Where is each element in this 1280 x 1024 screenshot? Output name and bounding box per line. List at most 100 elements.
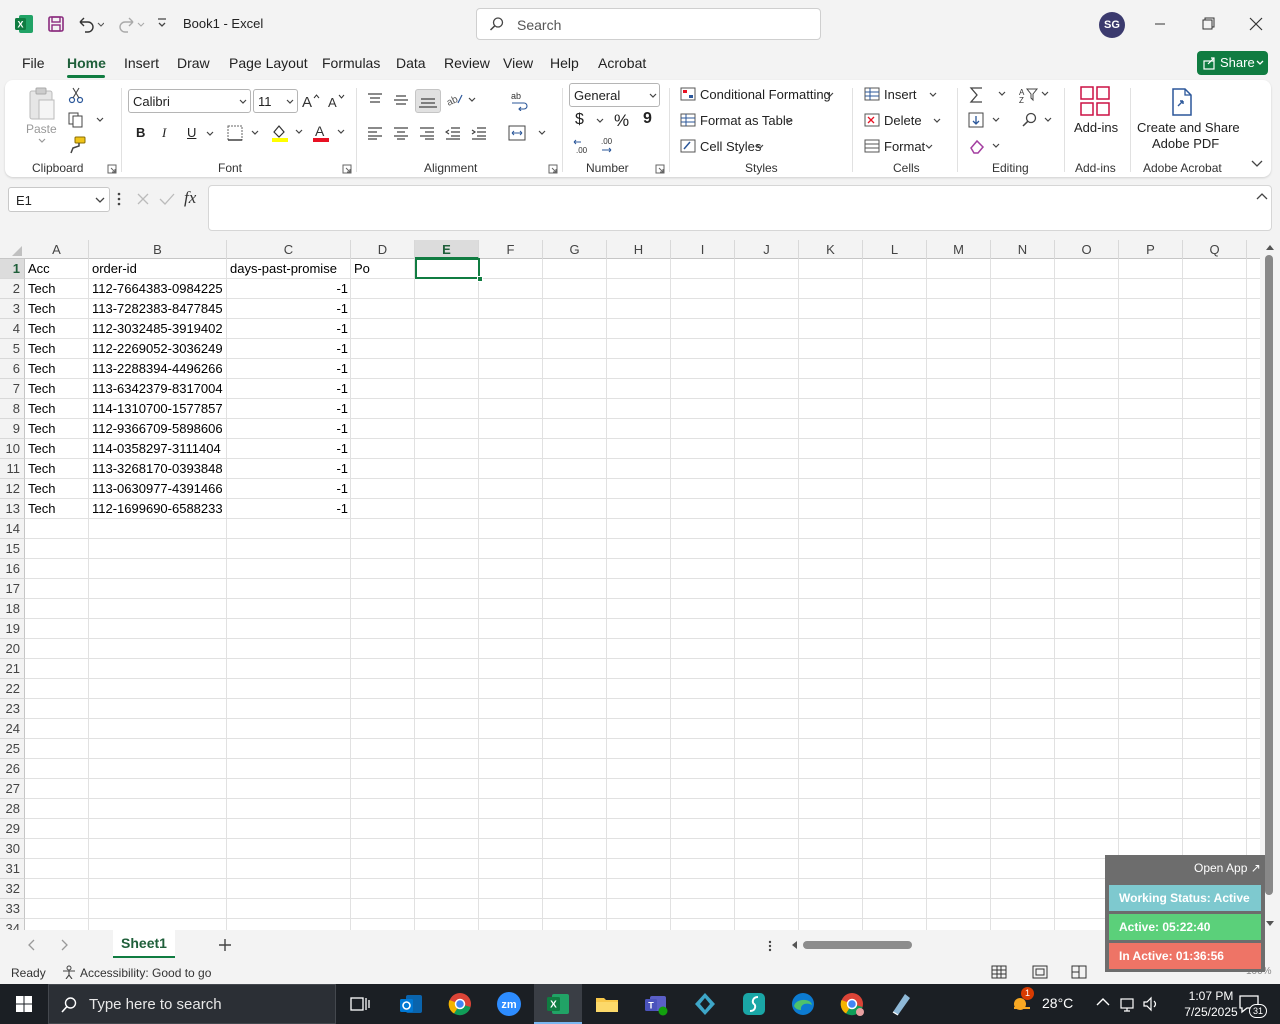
column-header-h[interactable]: H [607, 240, 671, 259]
row-header-12[interactable]: 12 [0, 479, 25, 499]
column-header-k[interactable]: K [799, 240, 863, 259]
currency-button[interactable]: $ [575, 111, 584, 129]
avatar[interactable]: SG [1099, 12, 1125, 38]
row-header-25[interactable]: 25 [0, 739, 25, 759]
cell-c9[interactable]: -1 [227, 419, 351, 439]
cell-c8[interactable]: -1 [227, 399, 351, 419]
row-header-18[interactable]: 18 [0, 599, 25, 619]
worksheet-grid[interactable]: ABCDEFGHIJKLMNOPQ 1 2 3 4 5 6 7 8 9 10 11 12 13 14 15 1… [0, 240, 1260, 930]
row-header-32[interactable]: 32 [0, 879, 25, 899]
insert-function-button[interactable]: fx [184, 188, 196, 208]
align-right-icon[interactable] [419, 126, 435, 140]
save-icon[interactable] [47, 15, 65, 33]
row-header-3[interactable]: 3 [0, 299, 25, 319]
tab-formulas[interactable]: Formulas [322, 55, 380, 71]
tab-data[interactable]: Data [396, 55, 426, 71]
column-header-j[interactable]: J [735, 240, 799, 259]
font-name-select[interactable]: Calibri [128, 89, 251, 113]
cell-b13[interactable]: 112-1699690-6588233 [89, 499, 227, 519]
align-top-icon[interactable] [367, 92, 383, 106]
cell-b10[interactable]: 114-0358297-3111404 [89, 439, 227, 459]
cell-b1[interactable]: order-id [89, 259, 227, 279]
add-ins-icon[interactable] [1080, 86, 1110, 116]
column-header-p[interactable]: P [1119, 240, 1183, 259]
more-options-icon[interactable] [116, 191, 122, 207]
underline-button[interactable]: U [187, 125, 196, 140]
format-as-table-button[interactable]: Format as Table [700, 113, 793, 128]
fill-handle[interactable] [477, 276, 483, 282]
horizontal-scroll-thumb[interactable] [803, 941, 912, 949]
cell-b7[interactable]: 113-6342379-8317004 [89, 379, 227, 399]
vertical-scrollbar[interactable] [1260, 240, 1280, 930]
merge-center-icon[interactable] [508, 125, 548, 141]
page-layout-view-icon[interactable] [1032, 965, 1048, 979]
row-header-6[interactable]: 6 [0, 359, 25, 379]
collapse-ribbon-icon[interactable] [1251, 160, 1263, 168]
alignment-launcher-icon[interactable] [548, 164, 558, 174]
column-header-i[interactable]: I [671, 240, 735, 259]
cell-a7[interactable]: Tech [25, 379, 89, 399]
cell-a5[interactable]: Tech [25, 339, 89, 359]
selected-cell[interactable] [415, 258, 480, 279]
column-header-b[interactable]: B [89, 240, 227, 259]
tab-view[interactable]: View [503, 55, 533, 71]
column-header-o[interactable]: O [1055, 240, 1119, 259]
row-header-4[interactable]: 4 [0, 319, 25, 339]
column-header-c[interactable]: C [227, 240, 351, 259]
share-button[interactable]: Share [1197, 51, 1268, 75]
row-header-29[interactable]: 29 [0, 819, 25, 839]
cell-c2[interactable]: -1 [227, 279, 351, 299]
currency-dropdown-icon[interactable] [596, 118, 604, 124]
comma-style-button[interactable]: 9 [643, 110, 652, 128]
cell-c11[interactable]: -1 [227, 459, 351, 479]
fill-color-icon[interactable] [270, 123, 306, 143]
cell-a10[interactable]: Tech [25, 439, 89, 459]
cell-b4[interactable]: 112-3032485-3919402 [89, 319, 227, 339]
next-sheet-icon[interactable] [59, 939, 69, 951]
undo-icon[interactable] [76, 15, 104, 33]
row-header-27[interactable]: 27 [0, 779, 25, 799]
clock[interactable]: 1:07 PM 7/25/2025 [1180, 988, 1242, 1020]
open-app-link[interactable]: Open App ↗ [1194, 861, 1261, 875]
copy-icon[interactable] [67, 111, 107, 129]
row-header-22[interactable]: 22 [0, 679, 25, 699]
cell-b9[interactable]: 112-9366709-5898606 [89, 419, 227, 439]
clear-icon[interactable] [968, 138, 1004, 156]
create-pdf-icon[interactable] [1170, 88, 1194, 116]
app-pen-icon[interactable] [887, 990, 915, 1018]
cell-c1[interactable]: days-past-promise [227, 259, 351, 279]
add-ins-button[interactable]: Add-ins [1074, 120, 1118, 135]
column-header-d[interactable]: D [351, 240, 415, 259]
row-header-5[interactable]: 5 [0, 339, 25, 359]
increase-decimal-icon[interactable]: .00 [573, 137, 591, 155]
font-size-select[interactable]: 11 [253, 89, 298, 113]
cell-c13[interactable]: -1 [227, 499, 351, 519]
delete-cells-button[interactable]: Delete [884, 113, 922, 128]
previous-sheet-icon[interactable] [27, 939, 37, 951]
find-select-icon[interactable] [1021, 112, 1055, 130]
column-header-l[interactable]: L [863, 240, 927, 259]
format-cells-button[interactable]: Format [884, 139, 925, 154]
number-launcher-icon[interactable] [655, 164, 665, 174]
page-break-view-icon[interactable] [1071, 965, 1087, 979]
row-header-33[interactable]: 33 [0, 899, 25, 919]
row-header-1[interactable]: 1 [0, 259, 25, 279]
task-view-icon[interactable] [346, 990, 374, 1018]
row-header-2[interactable]: 2 [0, 279, 25, 299]
decrease-font-size-icon[interactable]: A [327, 92, 347, 110]
cell-c10[interactable]: -1 [227, 439, 351, 459]
tab-acrobat[interactable]: Acrobat [598, 55, 646, 71]
cell-b2[interactable]: 112-7664383-0984225 [89, 279, 227, 299]
create-share-pdf-line1[interactable]: Create and Share [1137, 120, 1240, 135]
cell-b5[interactable]: 112-2269052-3036249 [89, 339, 227, 359]
row-header-23[interactable]: 23 [0, 699, 25, 719]
cell-a11[interactable]: Tech [25, 459, 89, 479]
volume-icon[interactable] [1142, 995, 1160, 1013]
autosum-icon[interactable] [969, 86, 1009, 104]
file-explorer-icon[interactable] [593, 990, 621, 1018]
tab-page-layout[interactable]: Page Layout [229, 55, 308, 71]
customize-toolbar-icon[interactable] [156, 17, 168, 29]
column-header-e[interactable]: E [415, 240, 479, 259]
cell-c7[interactable]: -1 [227, 379, 351, 399]
tab-review[interactable]: Review [444, 55, 490, 71]
